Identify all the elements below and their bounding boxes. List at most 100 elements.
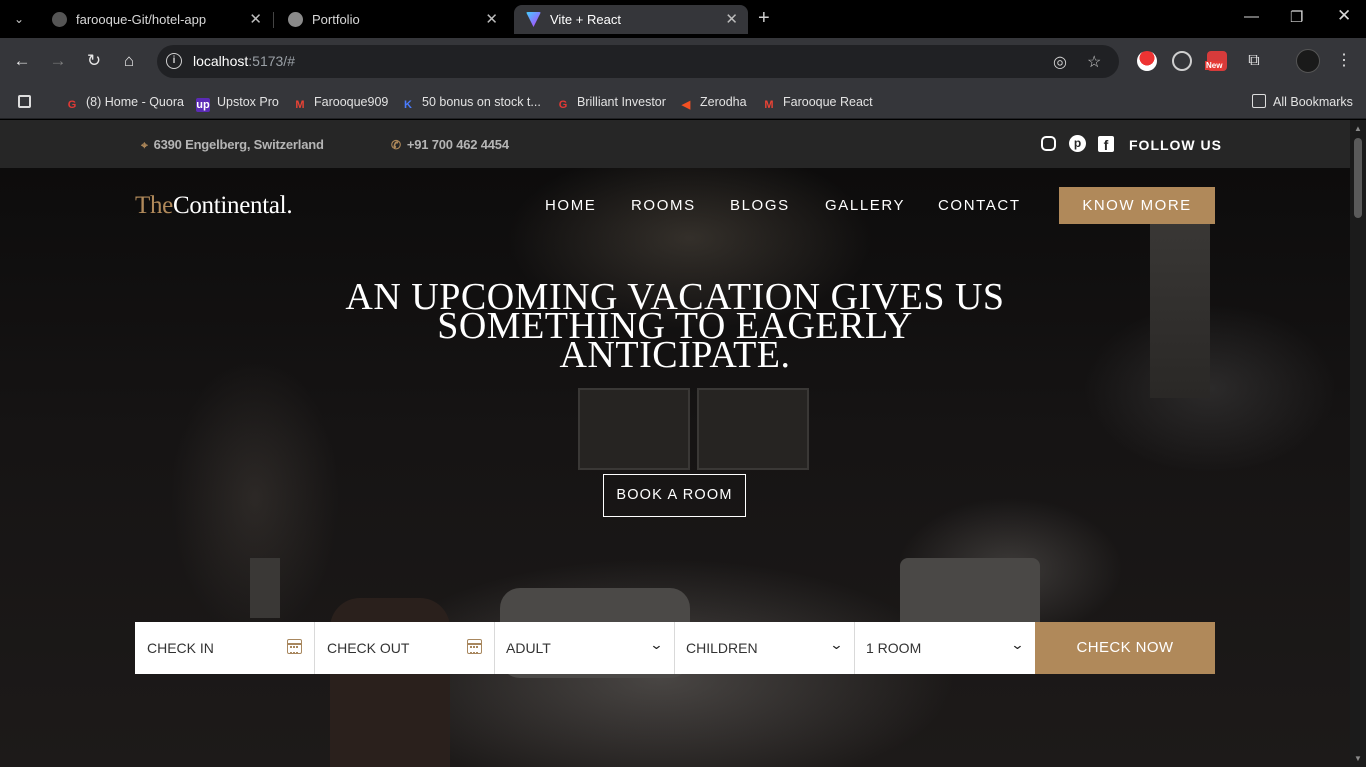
phone[interactable]: ✆ +91 700 462 4454	[391, 137, 509, 152]
children-select[interactable]: CHILDREN ⌄	[675, 622, 855, 674]
chevron-down-icon: ⌄	[829, 637, 844, 652]
pinterest-icon[interactable]: p	[1069, 135, 1086, 152]
tab-portfolio[interactable]: Portfolio ✕	[276, 5, 508, 34]
address: ⌖ 6390 Engelberg, Switzerland	[141, 137, 324, 152]
info-topbar: ⌖ 6390 Engelberg, Switzerland ✆ +91 700 46…	[0, 120, 1350, 168]
upstox-icon: up	[196, 98, 210, 112]
bookmark-zerodha[interactable]: ◀ Zerodha	[679, 92, 747, 112]
check-in-label: CHECK IN	[147, 640, 214, 656]
scroll-down-icon[interactable]: ▼	[1354, 754, 1362, 763]
back-icon[interactable]: ←	[11, 50, 33, 72]
bookmark-quora[interactable]: G (8) Home - Quora	[65, 92, 184, 112]
rooms-select[interactable]: 1 ROOM ⌄	[855, 622, 1035, 674]
bookmark-brilliant-investor[interactable]: G Brilliant Investor	[556, 92, 666, 112]
browser-toolbar: ← → ↻ ⌂ i localhost:5173/# ◎ ☆ New ⧉ ⋮	[0, 38, 1366, 85]
check-now-button[interactable]: CHECK NOW	[1035, 622, 1215, 674]
hero-section: TheContinental. HOME ROOMS BLOGS GALLERY…	[0, 168, 1350, 767]
site-info-icon[interactable]: i	[166, 53, 182, 69]
scroll-up-icon[interactable]: ▲	[1354, 124, 1362, 133]
adult-label: ADULT	[506, 640, 551, 656]
nav-blogs[interactable]: BLOGS	[730, 197, 790, 214]
new-tab-icon[interactable]: +	[758, 7, 770, 30]
window-close-icon[interactable]: ✕	[1337, 6, 1351, 26]
home-icon[interactable]: ⌂	[118, 50, 140, 72]
close-icon[interactable]: ✕	[725, 10, 738, 28]
headline-line: ANTICIPATE.	[559, 334, 791, 376]
chevron-down-icon: ⌄	[1010, 637, 1025, 652]
bookmark-star-icon[interactable]: ☆	[1087, 52, 1101, 72]
tab-separator	[273, 12, 274, 28]
address-bar[interactable]: i localhost:5173/# ◎ ☆	[157, 45, 1119, 78]
page-viewport: ⌖ 6390 Engelberg, Switzerland ✆ +91 700 46…	[0, 120, 1366, 767]
tab-hotel-app[interactable]: farooque-Git/hotel-app ✕	[40, 5, 272, 34]
tab-title: Vite + React	[550, 12, 621, 27]
site-logo[interactable]: TheContinental.	[135, 192, 293, 220]
nav-contact[interactable]: CONTACT	[938, 197, 1021, 214]
reload-icon[interactable]: ↻	[83, 50, 105, 72]
minimize-icon[interactable]: —	[1244, 8, 1259, 25]
gmail-icon: M	[764, 99, 774, 111]
apps-grid-icon[interactable]	[18, 92, 38, 112]
window	[1150, 198, 1210, 398]
booking-form: CHECK IN CHECK OUT ADULT ⌄ CHILDREN ⌄ 1 …	[135, 622, 1215, 674]
close-icon[interactable]: ✕	[485, 10, 498, 28]
forward-icon[interactable]: →	[47, 50, 69, 72]
folder-icon	[1252, 94, 1266, 108]
check-in-field[interactable]: CHECK IN	[135, 622, 315, 674]
lamp	[250, 558, 280, 618]
check-out-label: CHECK OUT	[327, 640, 410, 656]
book-a-room-button[interactable]: BOOK A ROOM	[603, 474, 746, 517]
hero-headline: AN UPCOMING VACATION GIVES US SOMETHING …	[275, 278, 1075, 376]
bookmark-bonus[interactable]: K 50 bonus on stock t...	[401, 92, 541, 112]
phone-icon: ✆	[391, 138, 401, 152]
follow-us-label: FOLLOW US	[1129, 137, 1222, 153]
nav-gallery[interactable]: GALLERY	[825, 197, 905, 214]
github-icon	[52, 12, 67, 27]
wall-frame	[697, 388, 809, 470]
close-icon[interactable]: ✕	[249, 10, 262, 28]
tab-title: Portfolio	[312, 12, 360, 27]
instagram-icon[interactable]	[1041, 136, 1056, 151]
check-out-field[interactable]: CHECK OUT	[315, 622, 495, 674]
globe-icon	[288, 12, 303, 27]
all-bookmarks[interactable]: All Bookmarks	[1252, 92, 1353, 112]
zerodha-icon: ◀	[681, 99, 691, 111]
nav-home[interactable]: HOME	[545, 197, 596, 214]
google-icon: G	[67, 99, 77, 111]
facebook-icon[interactable]: f	[1098, 136, 1114, 153]
bookmark-upstox[interactable]: up Upstox Pro	[196, 92, 279, 112]
wall-frame	[578, 388, 690, 470]
google-icon: G	[558, 99, 568, 111]
chevron-down-icon: ⌄	[649, 637, 664, 652]
eye-off-icon[interactable]: ◎	[1053, 52, 1067, 72]
bookmark-farooque909[interactable]: M Farooque909	[293, 92, 388, 112]
calendar-icon[interactable]	[287, 639, 302, 654]
tab-search-chevron-icon[interactable]: ⌄	[8, 9, 30, 29]
browser-tab-bar: ⌄ farooque-Git/hotel-app ✕ Portfolio ✕ V…	[0, 0, 1366, 38]
bookmark-farooque-react[interactable]: M Farooque React	[762, 92, 872, 112]
tab-title: farooque-Git/hotel-app	[76, 12, 207, 27]
calendar-icon[interactable]	[467, 639, 482, 654]
nav-rooms[interactable]: ROOMS	[631, 197, 696, 214]
children-label: CHILDREN	[686, 640, 758, 656]
vite-icon	[526, 12, 541, 27]
new-badge-extension-icon[interactable]: New	[1205, 51, 1227, 71]
url-text[interactable]: localhost:5173/#	[193, 53, 295, 69]
profile-avatar[interactable]	[1296, 49, 1320, 73]
adult-select[interactable]: ADULT ⌄	[495, 622, 675, 674]
gmail-icon: M	[295, 99, 305, 111]
rooms-label: 1 ROOM	[866, 640, 922, 656]
k-icon: K	[404, 99, 412, 111]
bookmarks-bar: G (8) Home - Quora up Upstox Pro M Farooque…	[0, 85, 1366, 119]
restore-icon[interactable]: ❐	[1290, 8, 1303, 26]
page-scrollbar[interactable]: ▲ ▼	[1350, 120, 1366, 767]
extensions-puzzle-icon[interactable]: ⧉	[1244, 51, 1264, 71]
scrollbar-thumb[interactable]	[1354, 138, 1362, 218]
target-extension-icon[interactable]	[1172, 51, 1192, 71]
location-pin-icon: ⌖	[141, 138, 148, 152]
know-more-button[interactable]: KNOW MORE	[1059, 187, 1215, 224]
new-badge: New	[1205, 61, 1224, 70]
tab-vite-react[interactable]: Vite + React ✕	[514, 5, 748, 34]
browser-menu-icon[interactable]: ⋮	[1333, 50, 1355, 72]
pokeball-extension-icon[interactable]	[1137, 51, 1157, 71]
